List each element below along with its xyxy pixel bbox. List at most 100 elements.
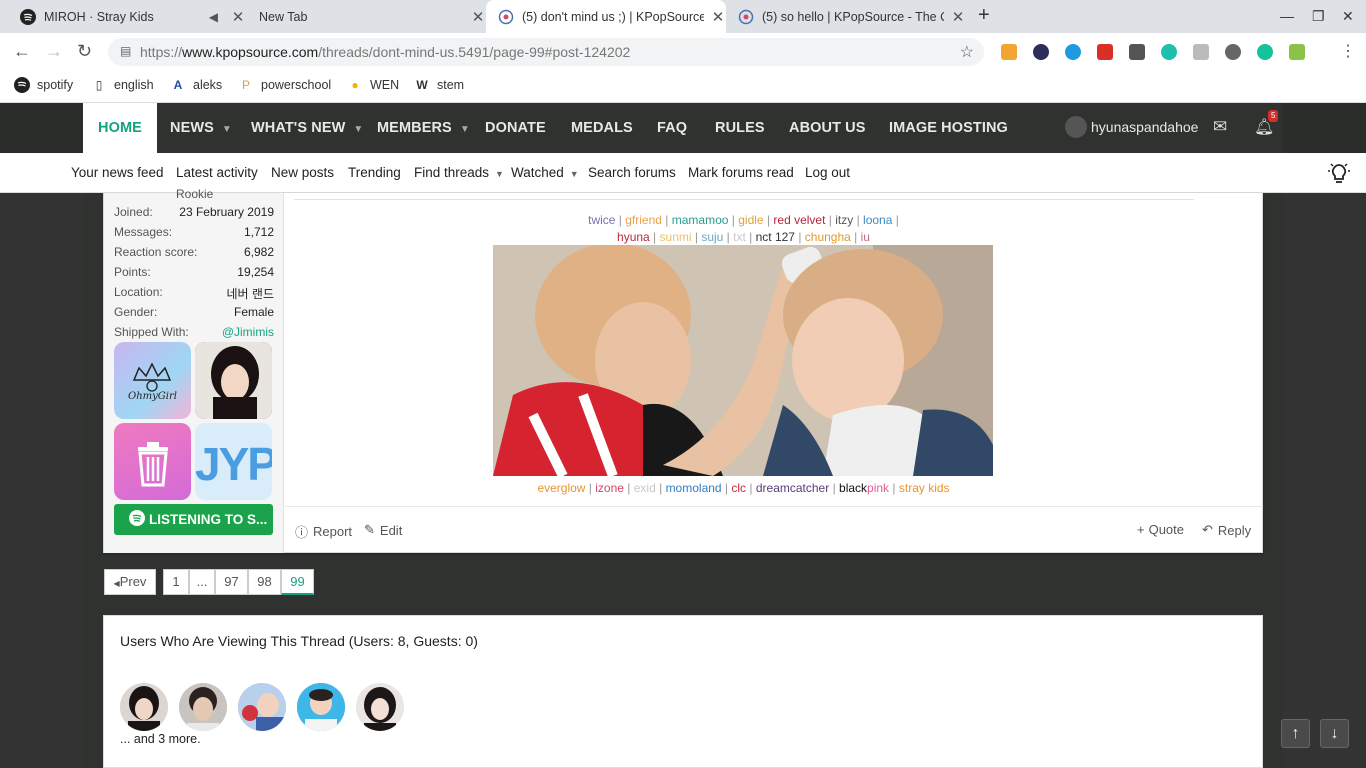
bookmarks-bar: spotify ▯ english Aaleks Ppowerschool ● WE… [0, 70, 1366, 103]
nav-rules[interactable]: RULES [715, 103, 765, 153]
avatar[interactable] [120, 683, 168, 731]
signature-group-name: gfriend [625, 213, 662, 227]
nav-donate[interactable]: DONATE [485, 103, 546, 153]
subnav-new-posts[interactable]: New posts [271, 165, 334, 180]
bookmark-stem[interactable]: Wstem [414, 77, 464, 93]
reply-button[interactable]: ↶ Reply [1202, 522, 1251, 538]
close-icon[interactable]: ✕ [950, 8, 966, 26]
extension-icon[interactable] [1065, 44, 1081, 60]
bookmark-powerschool[interactable]: Ppowerschool [238, 77, 331, 93]
signature-line: hyuna | sunmi | suju | txt | nct 127 | c… [285, 230, 1202, 244]
lightbulb-icon[interactable] [1326, 161, 1352, 190]
avatar[interactable] [356, 683, 404, 731]
viewers-more[interactable]: ... and 3 more. [120, 732, 201, 746]
window-close-button[interactable]: ✕ [1342, 8, 1354, 25]
signature-group-name: red velvet [773, 213, 826, 227]
tab-new-tab[interactable]: New Tab ✕ [246, 0, 486, 33]
nav-about-us[interactable]: ABOUT US [789, 103, 866, 153]
scroll-bottom-button[interactable]: ↓ [1320, 719, 1349, 748]
menu-icon[interactable]: ⋮ [1340, 41, 1356, 61]
signature-separator: | [655, 481, 666, 495]
alert-badge: 5 [1268, 110, 1279, 122]
tab-so-hello[interactable]: (5) so hello | KPopSource - The C ✕ [726, 0, 966, 33]
medal-trash[interactable] [114, 423, 191, 500]
nav-members[interactable]: MEMBERS ▼ [377, 103, 470, 153]
envelope-icon[interactable]: ✉ [1213, 117, 1227, 137]
subnav-trending[interactable]: Trending [348, 165, 401, 180]
page-link[interactable]: 1 [163, 569, 189, 595]
subnav-latest-activity[interactable]: Latest activity [176, 165, 258, 180]
signature-separator: | [794, 230, 805, 244]
user-info-row: Messages: 1,712 [114, 225, 274, 239]
medal-photo[interactable] [195, 342, 272, 419]
subnav-mark-read[interactable]: Mark forums read [688, 165, 794, 180]
prev-page-button[interactable]: ◀Prev [104, 569, 156, 595]
avatar[interactable] [238, 683, 286, 731]
signature-separator: | [763, 213, 774, 227]
address-bar[interactable]: ▤ https://www.kpopsource.com/threads/don… [108, 38, 984, 66]
signature-separator: | [728, 213, 739, 227]
medal-ohmygirl[interactable]: OhmyGirl [114, 342, 191, 419]
main-nav: HOME NEWS ▼ WHAT'S NEW ▼ MEMBERS ▼ DONATE M… [83, 103, 1283, 153]
speaker-icon[interactable]: ◀︎ [209, 10, 218, 24]
nav-home[interactable]: HOME [83, 103, 157, 153]
site-header: HOME NEWS ▼ WHAT'S NEW ▼ MEMBERS ▼ DONATE M… [0, 103, 1366, 153]
page-ellipsis[interactable]: ... [189, 569, 215, 595]
nav-news[interactable]: NEWS ▼ [170, 103, 232, 153]
tab-miroh[interactable]: MIROH · Stray Kids ◀︎ ✕ [8, 0, 246, 33]
account-link[interactable]: hyunaspandahoe [1065, 116, 1198, 138]
bookmark-wen[interactable]: ● WEN [347, 77, 399, 93]
nav-faq[interactable]: FAQ [657, 103, 687, 153]
nav-whats-new[interactable]: WHAT'S NEW ▼ [251, 103, 363, 153]
subnav-find-threads[interactable]: Find threads ▼ [414, 165, 504, 180]
subnav-log-out[interactable]: Log out [805, 165, 850, 180]
minimize-button[interactable]: — [1280, 8, 1294, 24]
subnav-search-forums[interactable]: Search forums [588, 165, 676, 180]
avatar[interactable] [297, 683, 345, 731]
extension-icon[interactable] [1161, 44, 1177, 60]
bookmark-spotify[interactable]: spotify [14, 77, 73, 93]
back-icon[interactable]: ← [13, 41, 31, 62]
bookmark-english[interactable]: ▯ english [91, 77, 154, 93]
extension-icon[interactable] [1001, 44, 1017, 60]
user-info-row: Location: 네버 랜드 [114, 285, 274, 301]
reload-icon[interactable]: ↻ [77, 41, 92, 62]
subnav-news-feed[interactable]: Your news feed [71, 165, 164, 180]
page-link[interactable]: 98 [248, 569, 281, 595]
edit-button[interactable]: ✎ Edit [364, 522, 402, 538]
tab-dont-mind-us[interactable]: (5) don't mind us ;) | KPopSource ✕ [486, 0, 726, 33]
grammarly-icon[interactable] [1257, 44, 1273, 60]
shipped-with-link[interactable]: @Jimimis [222, 325, 274, 339]
post-body: twice | gfriend | mamamoo | gidle | red … [285, 193, 1263, 553]
restore-button[interactable]: ❐ [1312, 8, 1325, 25]
extension-icon[interactable] [1289, 44, 1305, 60]
extension-icon[interactable] [1129, 44, 1145, 60]
close-icon[interactable]: ✕ [230, 8, 246, 26]
signature-group-name: pink [867, 481, 890, 495]
nav-image-hosting[interactable]: IMAGE HOSTING [889, 103, 1008, 153]
extension-icon[interactable] [1033, 44, 1049, 60]
page-link[interactable]: 97 [215, 569, 248, 595]
gmail-icon[interactable] [1097, 44, 1113, 60]
signature-group-name: black [839, 481, 868, 495]
avatar[interactable] [179, 683, 227, 731]
new-tab-button[interactable]: + [978, 4, 990, 27]
power-icon[interactable] [1225, 44, 1241, 60]
site-info-icon[interactable]: ▤ [120, 44, 131, 58]
close-icon[interactable]: ✕ [710, 8, 726, 26]
nav-medals[interactable]: MEDALS [571, 103, 633, 153]
close-icon[interactable]: ✕ [470, 8, 486, 26]
bookmark-star-icon[interactable]: ☆ [960, 42, 974, 62]
subnav-watched[interactable]: Watched ▼ [511, 165, 579, 180]
scroll-top-button[interactable]: ↑ [1281, 719, 1310, 748]
listening-to-spotify-button[interactable]: LISTENING TO S... [114, 504, 273, 535]
page-link-current[interactable]: 99 [281, 569, 314, 595]
bookmark-aleks[interactable]: Aaleks [170, 77, 223, 93]
medal-jyp[interactable]: JYP [195, 423, 272, 500]
browser-toolbar: ← → ↻ ▤ https://www.kpopsource.com/threa… [0, 33, 1366, 70]
report-button[interactable]: ⓘ Report [295, 522, 352, 541]
forward-icon[interactable]: → [45, 41, 63, 62]
extension-icon[interactable] [1193, 44, 1209, 60]
avatar [1065, 116, 1087, 138]
quote-button[interactable]: + Quote [1137, 522, 1184, 537]
